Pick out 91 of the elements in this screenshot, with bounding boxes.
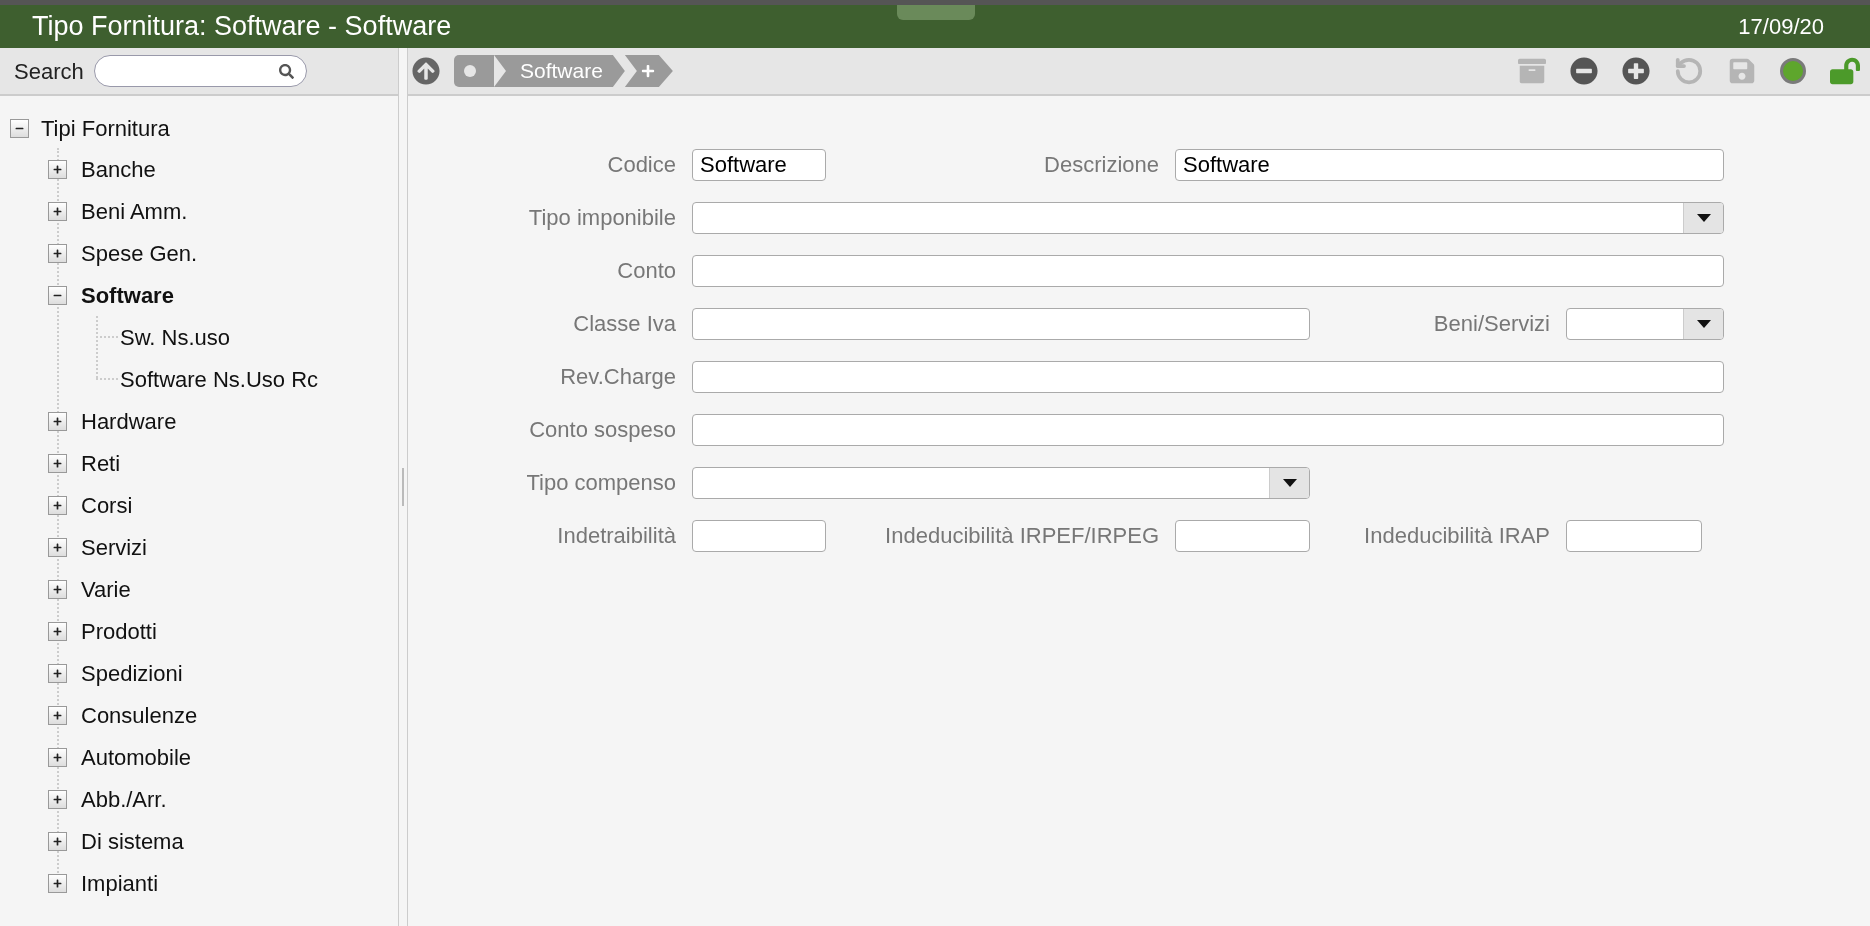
expand-toggle[interactable] [48,243,67,263]
field-label: Codice [607,151,676,179]
home-crumb[interactable] [454,55,494,87]
input-field[interactable]: Software [1175,148,1724,181]
plus-icon [53,500,62,510]
tree-node[interactable]: Corsi [81,488,133,522]
field-label: Classe Iva [573,310,676,338]
expand-toggle[interactable] [48,873,67,893]
splitter-handle[interactable] [402,468,404,506]
unlock-icon[interactable] [1830,56,1860,86]
date-label: 17/09/20 [1738,13,1825,41]
input-field[interactable] [692,254,1724,287]
dropdown[interactable] [692,201,1724,234]
field-label: Indetraibilità [557,522,676,550]
tree-node[interactable]: Hardware [81,404,177,438]
field-label: Tipo compenso [526,469,676,497]
plus-icon [53,248,62,258]
collapse-toggle[interactable] [10,118,29,138]
plus-icon [53,878,62,888]
expand-toggle[interactable] [48,453,67,473]
expand-toggle[interactable] [48,411,67,431]
plus-icon [53,458,62,468]
tree-node[interactable]: Tipi Fornitura [41,111,170,145]
plus-icon [53,794,62,804]
expand-toggle[interactable] [48,789,67,809]
plus-icon [53,206,62,216]
tree-node[interactable]: Prodotti [81,614,157,648]
tree-node[interactable]: Automobile [81,740,192,774]
field-label: Conto [617,257,676,285]
field-label: Indeducibilità IRPEF/IRPEG [885,522,1159,550]
tree-leaf[interactable]: Sw. Ns.uso [118,320,231,354]
dropdown[interactable] [1566,307,1724,340]
plus-icon [53,584,62,594]
field-label: Indeducibilità IRAP [1364,522,1550,550]
caret-icon [1696,213,1711,222]
plus-icon [53,164,62,174]
tree-node[interactable]: Di sistema [81,824,184,858]
tree-node[interactable]: Abb./Arr. [81,782,167,816]
tree-node[interactable]: Spese Gen. [81,236,198,270]
input-field[interactable] [692,413,1724,446]
plus-icon [53,836,62,846]
field-label: Descrizione [1044,151,1159,179]
input-field[interactable] [692,307,1310,340]
collapse-toggle[interactable] [48,285,67,305]
expand-toggle[interactable] [48,831,67,851]
window-title: Tipo Fornitura: Software - Software [32,10,452,44]
expand-toggle[interactable] [48,201,67,221]
up-arrow-icon[interactable] [412,57,440,85]
expand-toggle[interactable] [48,579,67,599]
expand-toggle[interactable] [48,621,67,641]
expand-toggle[interactable] [48,495,67,515]
input-field[interactable] [692,360,1724,393]
input-field[interactable]: Software [692,148,826,181]
plus-icon [53,626,62,636]
caret-icon [1696,319,1711,328]
input-field[interactable] [1175,519,1310,552]
plus-icon [640,64,655,78]
plus-icon [53,752,62,762]
tree-node[interactable]: Impianti [81,866,159,900]
tree-node[interactable]: Consulenze [81,698,198,732]
status-light-icon[interactable] [1780,58,1806,84]
tree-node[interactable]: Spedizioni [81,656,183,690]
expand-toggle[interactable] [48,663,67,683]
plus-icon [53,416,62,426]
expand-toggle[interactable] [48,537,67,557]
caret-icon [1282,478,1297,487]
drag-handle[interactable] [897,5,975,20]
tree-node[interactable]: Varie [81,572,131,606]
tree-node[interactable]: Reti [81,446,121,480]
expand-toggle[interactable] [48,159,67,179]
search-label: Search [14,57,84,86]
expand-toggle[interactable] [48,747,67,767]
expand-toggle[interactable] [48,705,67,725]
field-label: Rev.Charge [560,363,676,391]
tree-leaf[interactable]: Software Ns.Uso Rc [118,362,319,396]
plus-icon [53,668,62,678]
search-icon [278,63,294,79]
plus-icon [53,710,62,720]
input-field[interactable] [692,519,826,552]
field-label: Beni/Servizi [1433,310,1550,338]
field-label: Conto sospeso [529,416,676,444]
tree-node[interactable]: Servizi [81,530,147,564]
plus-icon [53,542,62,552]
dropdown[interactable] [692,466,1310,499]
tree-node[interactable]: Beni Amm. [81,194,188,228]
tree-node[interactable]: Software [81,278,174,312]
add-crumb[interactable] [624,55,673,87]
field-label: Tipo imponibile [528,204,676,232]
input-field[interactable] [1566,519,1702,552]
search-field[interactable] [93,55,307,87]
tree-node[interactable]: Banche [81,152,156,186]
